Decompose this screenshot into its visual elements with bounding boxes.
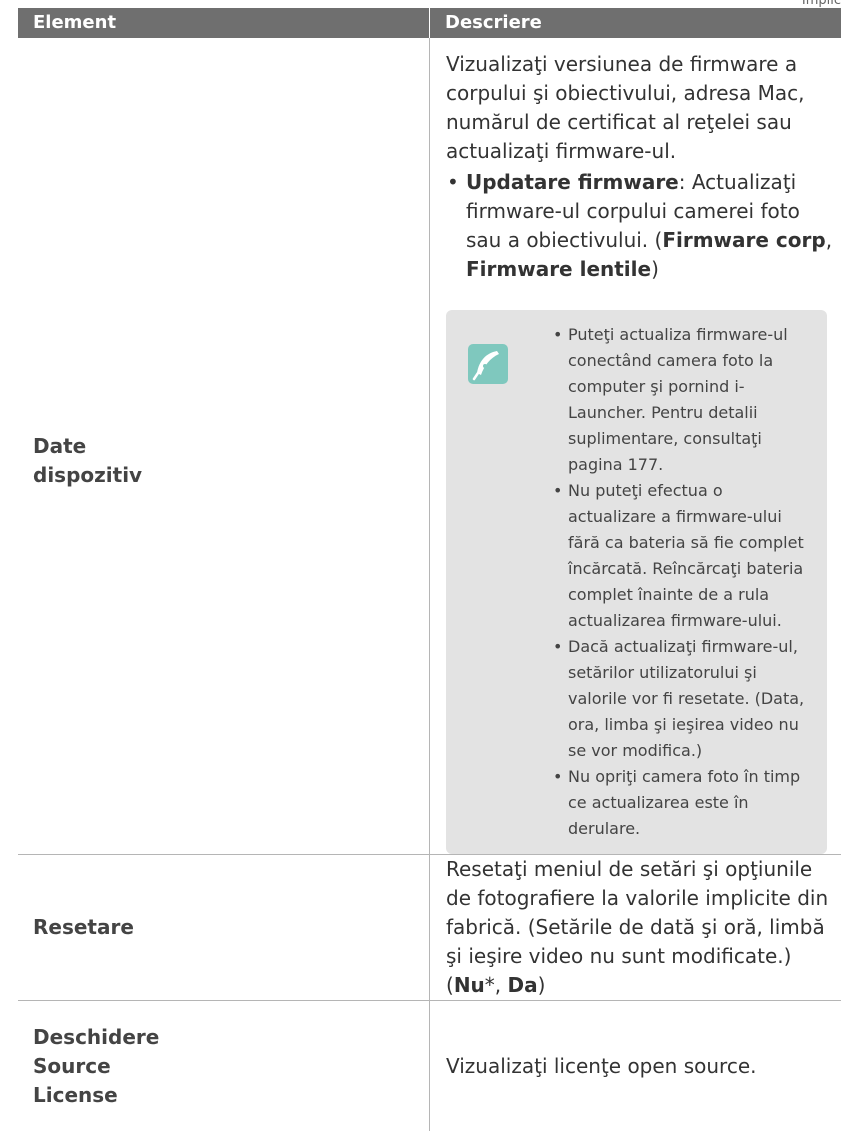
header-element: Element xyxy=(18,8,430,38)
table-row-device-info: Date dispozitiv Vizualizaţi versiunea de… xyxy=(18,38,841,855)
element-label-line: Date xyxy=(33,432,429,461)
separator: , xyxy=(826,228,832,252)
note-item: Nu puteţi efectua o actualizare a firmwa… xyxy=(553,478,807,634)
page-corner-label: Implic xyxy=(802,0,841,8)
element-label-line: Deschidere xyxy=(33,1023,429,1052)
settings-table: Element Descriere Date dispozitiv Vizual… xyxy=(18,8,841,1131)
option-label: Updatare firmware xyxy=(466,170,679,194)
element-label-line: Source xyxy=(33,1052,429,1081)
option-value: Firmware corp xyxy=(662,228,825,252)
note-list: Puteţi actualiza firmware-ul conectând c… xyxy=(553,322,807,842)
note-item: Nu opriţi camera foto în timp ce actuali… xyxy=(553,764,807,842)
pen-nib-icon xyxy=(468,344,508,384)
option-value: Nu xyxy=(454,973,485,997)
element-label-line: Resetare xyxy=(33,913,429,942)
note-item: Dacă actualizaţi firmware-ul, setărilor … xyxy=(553,634,807,764)
firmware-update-bullet: Updatare firmware: Actualizaţi firmware-… xyxy=(446,168,841,284)
default-marker: * xyxy=(485,973,495,997)
note-item: Puteţi actualiza firmware-ul conectând c… xyxy=(553,322,807,478)
option-value: Firmware lentile xyxy=(466,257,651,281)
element-cell: Deschidere Source License xyxy=(18,1001,430,1131)
header-description: Descriere xyxy=(430,8,841,38)
option-value: Da xyxy=(508,973,538,997)
separator: , xyxy=(495,973,508,997)
element-cell: Resetare xyxy=(18,855,430,1001)
closing-paren: ) xyxy=(651,257,659,281)
description-cell: Vizualizaţi versiunea de firmware a corp… xyxy=(430,38,841,855)
table-row-reset: Resetare Resetaţi meniul de setări şi op… xyxy=(18,855,841,1001)
table-row-open-source: Deschidere Source License Vizualizaţi li… xyxy=(18,1001,841,1131)
closing-paren: ) xyxy=(538,973,546,997)
description-cell: Vizualizaţi licenţe open source. xyxy=(430,1001,841,1131)
table-header-row: Element Descriere xyxy=(18,8,841,38)
element-label-line: License xyxy=(33,1081,429,1110)
description-cell: Resetaţi meniul de setări şi opţiunile d… xyxy=(430,855,841,1001)
element-cell: Date dispozitiv xyxy=(18,38,430,855)
element-label-line: dispozitiv xyxy=(33,461,429,490)
device-intro-text: Vizualizaţi versiunea de firmware a corp… xyxy=(446,50,841,166)
note-box: Puteţi actualiza firmware-ul conectând c… xyxy=(446,310,827,854)
